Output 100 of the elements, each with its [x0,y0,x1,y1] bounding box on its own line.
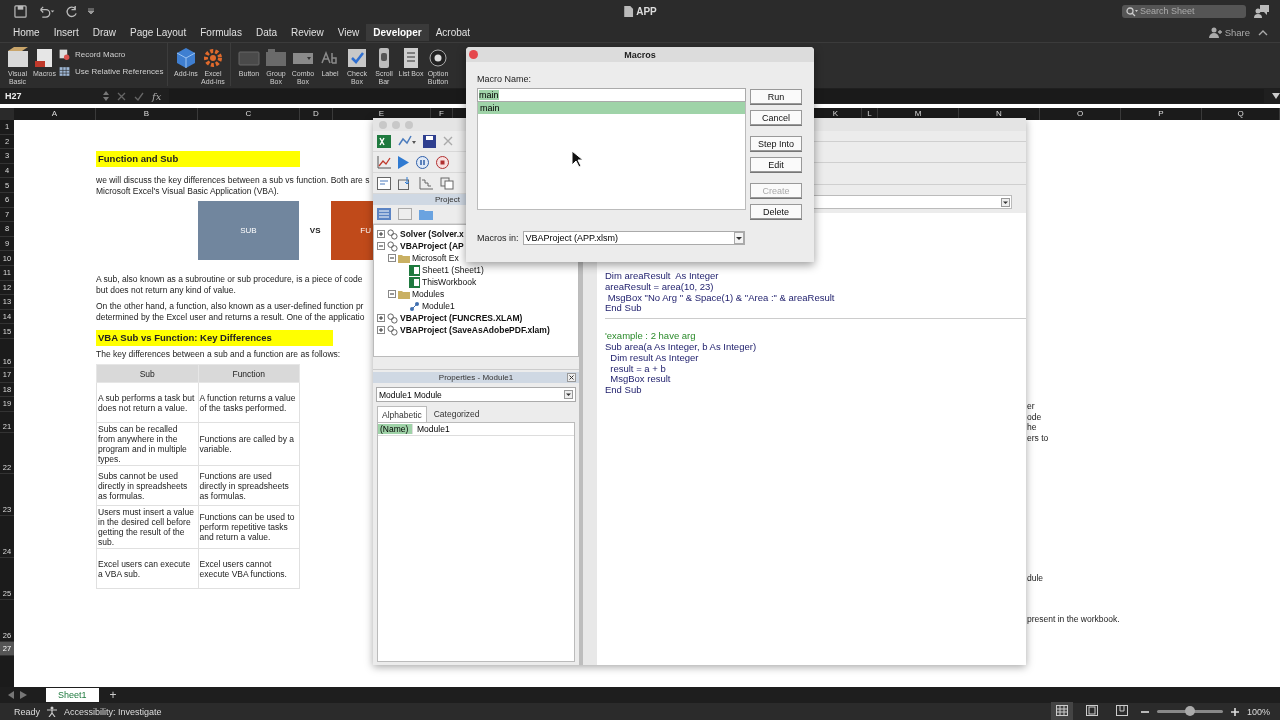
table-cell: Functions are called by a variable. [198,422,300,466]
object-icon[interactable] [440,176,454,190]
search-field[interactable]: Search Sheet [1122,4,1246,18]
sheet-tab[interactable]: Sheet1 [46,688,99,702]
run-icon[interactable] [398,155,409,169]
close-button[interactable] [469,50,478,59]
ribbon-tab[interactable]: Acrobat [428,23,478,41]
table-cell: Subs cannot be used directly in spreadsheets as formulas. [96,465,198,506]
table-cell: A sub performs a task but does not return a value. [96,382,198,423]
dialog-button[interactable]: Delete [750,204,802,219]
property-value[interactable]: Module1 [412,424,450,434]
tree-item[interactable]: Microsoft Ex [412,253,459,263]
project-icon [387,228,398,240]
table-header: Function [198,364,300,383]
project-icon [387,312,398,324]
insert-icon[interactable] [398,135,416,147]
caret-icon [1001,197,1010,207]
gear-icon [201,46,225,70]
check-box-icon [345,46,369,70]
ribbon-tab[interactable]: Insert [46,23,86,41]
accessibility-status[interactable]: Accessibility: Investigate [64,706,162,717]
save-icon[interactable] [14,4,27,18]
stepper-icon[interactable] [103,90,109,102]
macros-in-dropdown[interactable]: VBAProject (APP.xlsm) [522,231,745,245]
zoom-level[interactable]: 100% [1246,706,1270,717]
customize-icon[interactable] [87,7,95,15]
excel-icon[interactable] [377,134,391,148]
tree-item[interactable]: VBAProject (FUNCRES.XLAM) [400,313,523,323]
macro-name-field[interactable]: main [477,88,746,102]
ribbon-tab[interactable]: View [330,23,367,41]
person-add-icon [1208,26,1222,38]
normal-view-icon[interactable] [1050,702,1073,720]
collapse-icon[interactable] [388,254,396,262]
tree-item[interactable]: Module1 [422,301,455,311]
next-sheet-icon[interactable] [20,691,27,699]
properties-tab[interactable]: Categorized [428,406,485,422]
properties-tab[interactable]: Alphabetic [377,406,427,422]
zoom-in-icon[interactable] [1230,707,1239,716]
document-icon [623,5,634,17]
expand-icon[interactable] [377,230,385,238]
chart-icon[interactable] [377,155,391,169]
expand-icon[interactable] [377,314,385,322]
accessibility-icon[interactable] [46,706,58,717]
stop-icon[interactable] [436,155,449,169]
ribbon-button[interactable]: Use Relative References [58,65,164,78]
object-dropdown[interactable]: Module1 Module [376,387,576,402]
tree-item[interactable]: ThisWorkbook [422,277,477,287]
comments-icon[interactable] [1254,4,1270,18]
share-button[interactable]: Share [1208,26,1250,38]
expand-icon[interactable] [377,326,385,334]
sheet-text: The key differences between a sub and a function are as follows: [96,349,342,359]
tree-item[interactable]: Sheet1 (Sheet1) [422,265,484,275]
property-name[interactable]: (Name) [378,424,412,434]
dialog-button[interactable]: Cancel [750,110,802,125]
dialog-button[interactable]: Step Into [750,136,802,151]
name-box[interactable]: H27 [0,91,95,101]
tree-item[interactable]: Solver (Solver.x [400,229,464,239]
vs-text: VS [308,226,322,235]
module-icon [409,300,420,312]
record-icon [58,48,71,61]
sheet-text: determined by the Excel user and returns a result. One of the applicatio [96,311,366,322]
close-icon[interactable] [567,373,576,382]
ribbon-tab[interactable]: Home [6,23,47,41]
form-icon[interactable] [377,176,391,190]
tree-item[interactable]: Modules [412,289,445,299]
ribbon-tab[interactable]: Page Layout [123,23,194,41]
sub-shape: SUB [198,201,299,260]
ribbon-tab[interactable]: Data [248,23,285,41]
cube-icon [174,46,198,70]
ribbon-tab[interactable]: Review [284,23,331,41]
dialog-button[interactable]: Run [750,89,802,104]
macro-list-item[interactable]: main [478,102,745,114]
cancel-icon[interactable] [117,91,126,101]
sheet-text: ers to [1027,432,1050,443]
import-icon[interactable] [398,176,412,190]
sheet-heading: Function and Sub [96,151,300,167]
collapse-ribbon-icon[interactable] [1258,28,1268,36]
option-button-icon [426,46,450,70]
add-sheet-button[interactable]: + [109,688,117,702]
tree-item[interactable]: VBAProject (AP [400,241,464,251]
collapse-icon[interactable] [377,242,385,250]
ribbon-button[interactable]: Record Macro [58,48,164,61]
save-icon[interactable] [423,134,436,148]
ribbon-tab[interactable]: Formulas [193,23,249,41]
collapse-icon[interactable] [388,290,396,298]
ribbon-tab[interactable]: Draw [85,23,124,41]
caret-icon [733,232,744,244]
tree-item[interactable]: VBAProject (SaveAsAdobePDF.xlam) [400,325,550,335]
sheet-icon [409,276,420,288]
dialog-button[interactable]: Edit [750,157,802,172]
redo-icon[interactable] [65,4,78,18]
sheet-text: present in the workbook. [1027,613,1121,624]
enter-icon[interactable] [134,91,144,101]
steps-icon[interactable] [419,176,433,190]
sheet-text: we will discuss the key differences between a sub vs function. Both are s [96,175,371,186]
pause-icon[interactable] [416,155,429,169]
previous-sheet-icon[interactable] [8,691,15,699]
expand-icon[interactable] [1272,93,1280,99]
ribbon-tab[interactable]: Developer [366,23,429,41]
insert-function-button[interactable]: fx [152,90,162,102]
